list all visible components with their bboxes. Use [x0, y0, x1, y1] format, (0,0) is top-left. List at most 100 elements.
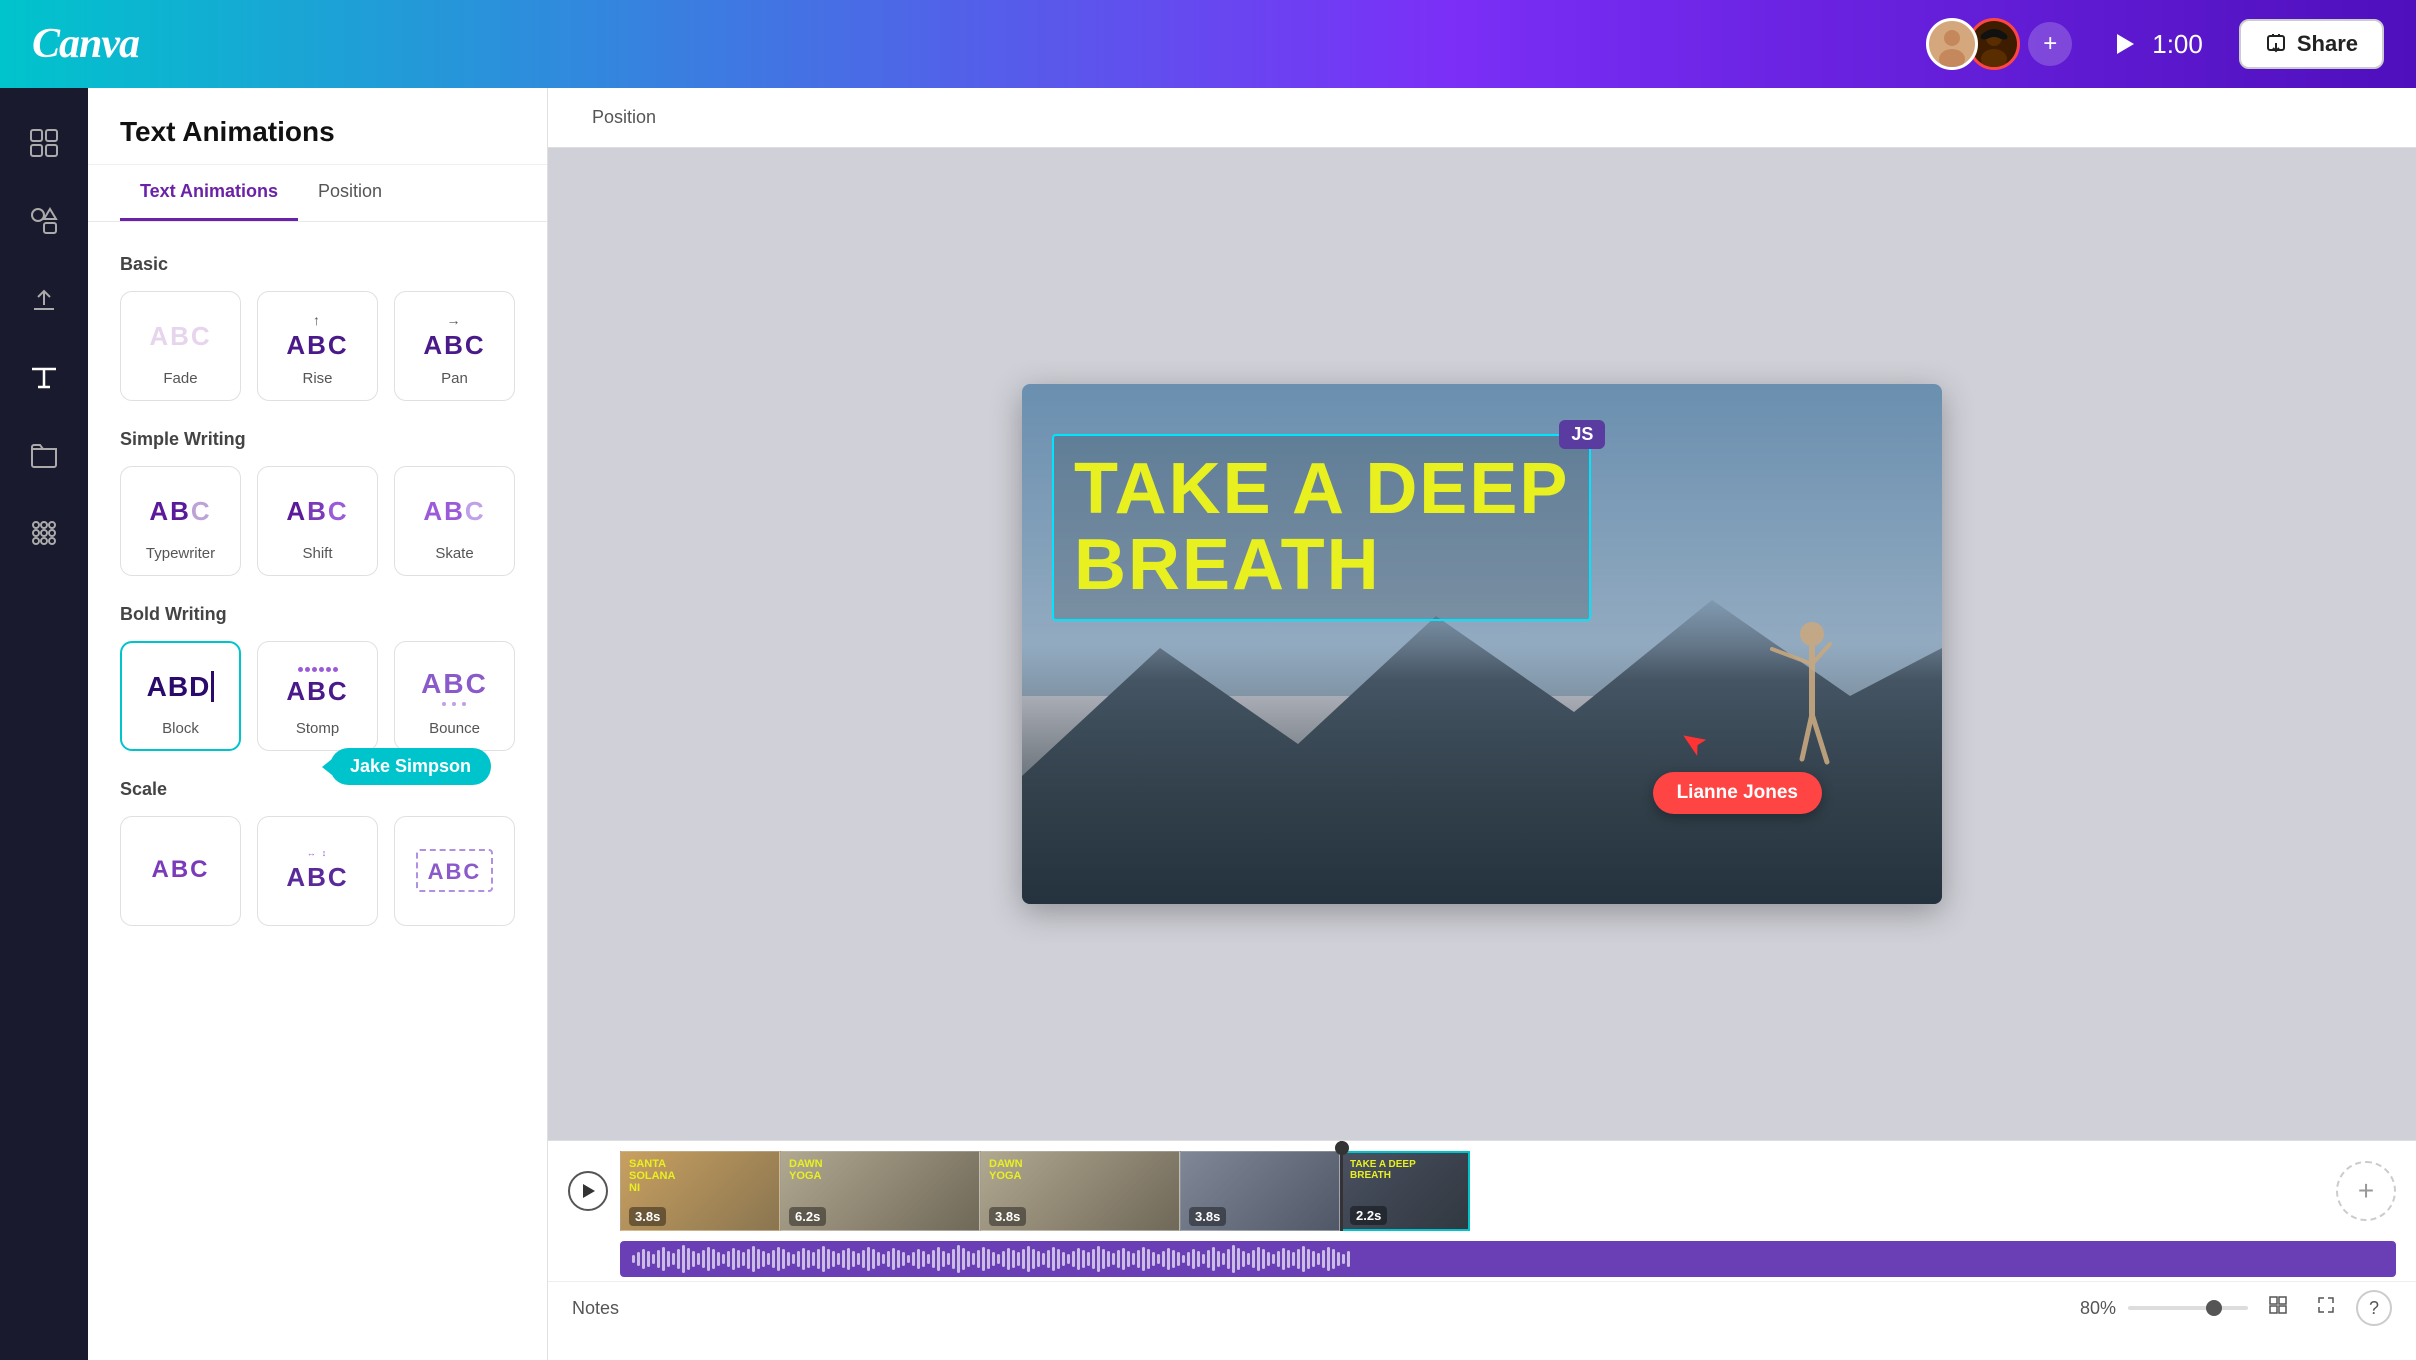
- lianne-jones-tooltip: Lianne Jones: [1653, 772, 1822, 814]
- animation-card-typewriter[interactable]: ABC Typewriter: [120, 466, 241, 576]
- help-button[interactable]: ?: [2356, 1290, 2392, 1326]
- wave-bar: [1192, 1249, 1195, 1269]
- sidebar-item-upload[interactable]: [9, 264, 79, 334]
- wave-bar: [1232, 1245, 1235, 1273]
- canvas-frame: JS TAKE A DEEP BREATH Lianne Jones: [1022, 384, 1942, 904]
- animation-card-bounce[interactable]: ABC Bounce: [394, 641, 515, 751]
- grid-view-button[interactable]: [2260, 1290, 2296, 1326]
- wave-bar: [977, 1250, 980, 1268]
- wave-bar: [1137, 1250, 1140, 1268]
- wave-bar: [1257, 1247, 1260, 1271]
- position-tab[interactable]: Position: [580, 101, 668, 134]
- wave-bar: [827, 1249, 830, 1269]
- wave-bar: [772, 1250, 775, 1268]
- tab-position[interactable]: Position: [298, 165, 402, 221]
- zoom-thumb[interactable]: [2206, 1300, 2222, 1316]
- clip3-label: DAWNYOGA: [989, 1158, 1023, 1182]
- wave-bar: [1157, 1254, 1160, 1264]
- text-selection-box[interactable]: JS TAKE A DEEP BREATH: [1052, 434, 1591, 621]
- animation-card-stomp[interactable]: ABC Stomp: [257, 641, 378, 751]
- wave-bar: [767, 1253, 770, 1265]
- bounce-preview: ABC: [421, 662, 488, 712]
- animation-card-shift[interactable]: ABC Shift: [257, 466, 378, 576]
- wave-bar: [812, 1252, 815, 1266]
- expand-button[interactable]: [2308, 1290, 2344, 1326]
- wave-bar: [1047, 1250, 1050, 1268]
- wave-bar: [1322, 1250, 1325, 1268]
- wave-bar: [987, 1249, 990, 1269]
- animation-card-scale2[interactable]: ↔ ↕ ABC: [257, 816, 378, 926]
- share-button[interactable]: Share: [2239, 19, 2384, 69]
- wave-bar: [1072, 1251, 1075, 1267]
- sidebar-item-folder[interactable]: [9, 420, 79, 490]
- wave-bar: [902, 1252, 905, 1266]
- wave-bar: [1042, 1253, 1045, 1265]
- canvas-toolbar: Position: [548, 88, 2416, 148]
- wave-bar: [642, 1249, 645, 1269]
- timeline-play-button[interactable]: [568, 1171, 608, 1211]
- wave-bar: [917, 1249, 920, 1269]
- wave-bar: [1147, 1249, 1150, 1269]
- stomp-label: Stomp: [296, 720, 339, 737]
- sidebar-item-grid[interactable]: [9, 108, 79, 178]
- animation-card-fade[interactable]: ABC Fade: [120, 291, 241, 401]
- zoom-level: 80%: [2080, 1298, 2116, 1319]
- wave-bar: [1267, 1252, 1270, 1266]
- wave-bar: [1307, 1249, 1310, 1269]
- wave-bar: [1102, 1249, 1105, 1269]
- wave-bar: [1252, 1250, 1255, 1268]
- timeline-clip-3[interactable]: DAWNYOGA 3.8s: [980, 1151, 1180, 1231]
- clip1-label: SANTASOLANANI: [629, 1158, 675, 1194]
- sidebar-item-text[interactable]: [9, 342, 79, 412]
- add-clip-button[interactable]: +: [2336, 1161, 2396, 1221]
- wave-bar: [657, 1250, 660, 1268]
- avatar-user1[interactable]: [1926, 18, 1978, 70]
- wave-bar: [717, 1252, 720, 1266]
- timeline-clip-2[interactable]: DAWNYOGA 6.2s: [780, 1151, 980, 1231]
- wave-bar: [1242, 1251, 1245, 1267]
- wave-bar: [922, 1251, 925, 1267]
- wave-bar: [752, 1246, 755, 1272]
- wave-bar: [857, 1253, 860, 1265]
- play-timer-display[interactable]: 1:00: [2108, 28, 2203, 60]
- wave-bar: [1162, 1251, 1165, 1267]
- animation-card-block[interactable]: ABD Block: [120, 641, 241, 751]
- wave-bar: [1117, 1250, 1120, 1268]
- animation-card-skate[interactable]: ABC Skate: [394, 466, 515, 576]
- wave-bar: [1217, 1251, 1220, 1267]
- canvas-workspace[interactable]: JS TAKE A DEEP BREATH Lianne Jones: [548, 148, 2416, 1140]
- zoom-slider[interactable]: [2128, 1306, 2248, 1310]
- wave-bar: [662, 1247, 665, 1271]
- sidebar-item-elements[interactable]: [9, 186, 79, 256]
- wave-bar: [1227, 1249, 1230, 1269]
- wave-bar: [757, 1249, 760, 1269]
- animation-card-scale3[interactable]: ABC: [394, 816, 515, 926]
- wave-bar: [677, 1249, 680, 1269]
- play-icon: [2108, 28, 2140, 60]
- wave-bar: [892, 1248, 895, 1270]
- wave-bar: [1082, 1250, 1085, 1268]
- wave-bar: [747, 1249, 750, 1269]
- tab-text-animations[interactable]: Text Animations: [120, 165, 298, 221]
- wave-bar: [837, 1253, 840, 1265]
- sidebar-item-apps[interactable]: [9, 498, 79, 568]
- wave-bar: [832, 1251, 835, 1267]
- wave-bar: [967, 1251, 970, 1267]
- scale3-preview: ABC: [416, 845, 494, 895]
- canva-logo: Canva: [32, 20, 139, 68]
- wave-bar: [1167, 1248, 1170, 1270]
- wave-bar: [907, 1255, 910, 1263]
- animation-card-rise[interactable]: ↑ ABC Rise: [257, 291, 378, 401]
- animation-card-pan[interactable]: → ABC Pan: [394, 291, 515, 401]
- wave-bar: [1187, 1252, 1190, 1266]
- wave-bar: [722, 1254, 725, 1264]
- audio-track[interactable]: const waveBars = []; const heights = [8,…: [620, 1241, 2396, 1277]
- wave-bar: [817, 1249, 820, 1269]
- timeline-clip-4[interactable]: 3.8s: [1180, 1151, 1340, 1231]
- wave-bar: [1277, 1251, 1280, 1267]
- timeline-clip-5[interactable]: TAKE A DEEPBREATH 2.2s: [1340, 1151, 1470, 1231]
- stomp-preview: ABC: [286, 662, 348, 712]
- add-collaborator-button[interactable]: +: [2028, 22, 2072, 66]
- animation-card-scale1[interactable]: ABC: [120, 816, 241, 926]
- timeline-clip-1[interactable]: SANTASOLANANI 3.8s: [620, 1151, 780, 1231]
